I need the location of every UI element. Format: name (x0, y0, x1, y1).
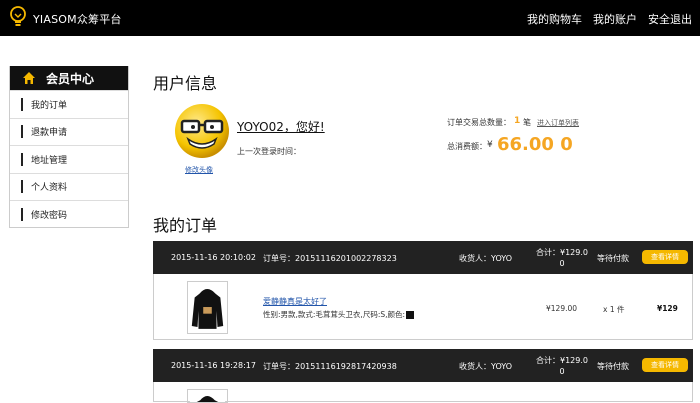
top-nav: 我的购物车 我的账户 安全退出 (527, 11, 692, 27)
order-total: 合计：¥129.0 0 (536, 355, 588, 377)
order-count-unit: 笔 (523, 118, 531, 127)
brand-name[interactable]: YIASOM众筹平台 (33, 11, 122, 27)
order-card: 2015-11-16 19:28:17 订单号：2015111619281742… (153, 349, 693, 403)
order-receiver: 收货人：YOYO (459, 362, 513, 371)
total-spent-value: 66.00 0 (497, 134, 573, 155)
user-info-title: 用户信息 (153, 74, 218, 93)
order-status: 等待付款 (597, 362, 629, 371)
lightbulb-icon[interactable] (8, 6, 28, 28)
product-price: ¥129.00 (546, 304, 578, 313)
order-total-value: 0 (559, 259, 565, 268)
product-thumbnail[interactable] (187, 389, 228, 403)
order-header: 2015-11-16 20:10:02 订单号：2015111620100227… (153, 241, 693, 274)
sidebar-item-my-orders[interactable]: 我的订单 (10, 90, 128, 118)
order-item: 爱静静真是太好了 性别:男款,款式:毛茸茸头卫衣,尺码:S,颜色: ¥129.0… (153, 274, 693, 340)
view-details-button[interactable]: 查看详情 (642, 358, 688, 372)
currency-symbol: ¥ (487, 140, 493, 150)
avatar[interactable] (173, 102, 231, 160)
product-quantity: x 1 件 (603, 305, 625, 314)
item-marker (21, 207, 23, 221)
order-list-link[interactable]: 进入订单列表 (537, 118, 579, 128)
sidebar-item-profile[interactable]: 个人资料 (10, 172, 128, 201)
order-total-label: 合计：¥129.0 (536, 248, 588, 257)
orders-title: 我的订单 (153, 216, 218, 235)
product-name-link[interactable]: 爱静静真是太好了 (263, 296, 327, 307)
order-number: 订单号：20151116192817420938 (263, 362, 397, 371)
order-count-label: 订单交易总数量： (447, 118, 511, 127)
product-thumbnail[interactable] (187, 281, 228, 334)
sidebar-item-refund[interactable]: 退款申请 (10, 117, 128, 146)
product-attributes-text: 性别:男款,款式:毛茸茸头卫衣,尺码:S,颜色: (263, 310, 406, 319)
item-marker (21, 180, 23, 194)
sidebar-item-label: 退款申请 (31, 128, 68, 139)
product-subtotal: ¥129 (657, 304, 678, 313)
top-bar: YIASOM众筹平台 我的购物车 我的账户 安全退出 (0, 0, 700, 36)
order-total-label: 合计：¥129.0 (536, 356, 588, 365)
sidebar: 会员中心 我的订单 退款申请 地址管理 个人资料 修改密码 (9, 66, 129, 228)
sidebar-title: 会员中心 (46, 71, 95, 86)
sidebar-item-password[interactable]: 修改密码 (10, 200, 128, 228)
color-swatch (406, 311, 415, 319)
view-details-button[interactable]: 查看详情 (642, 250, 688, 264)
sidebar-item-address[interactable]: 地址管理 (10, 145, 128, 173)
item-marker (21, 152, 23, 166)
order-total-value: 0 (559, 367, 565, 376)
item-marker (21, 125, 23, 139)
sidebar-header: 会员中心 (10, 66, 128, 90)
product-attributes: 性别:男款,款式:毛茸茸头卫衣,尺码:S,颜色: (263, 309, 415, 320)
sidebar-item-label: 个人资料 (31, 183, 68, 194)
order-item (153, 382, 693, 403)
order-header: 2015-11-16 19:28:17 订单号：2015111619281742… (153, 349, 693, 382)
order-status: 等待付款 (597, 254, 629, 263)
order-date: 2015-11-16 19:28:17 (171, 361, 256, 370)
order-card: 2015-11-16 20:10:02 订单号：2015111620100227… (153, 241, 693, 340)
order-number: 订单号：20151116201002278323 (263, 254, 397, 263)
order-date: 2015-11-16 20:10:02 (171, 253, 256, 262)
greeting: YOYO02，您好! (237, 120, 325, 134)
sidebar-item-label: 地址管理 (31, 155, 68, 166)
cart-link[interactable]: 我的购物车 (527, 11, 582, 27)
order-receiver: 收货人：YOYO (459, 254, 513, 263)
home-icon (23, 72, 35, 84)
change-avatar-link[interactable]: 修改头像 (185, 165, 213, 175)
last-login-label: 上一次登录时间： (237, 147, 301, 156)
order-count: 1 (514, 116, 521, 126)
sidebar-item-label: 修改密码 (31, 210, 68, 221)
logout-link[interactable]: 安全退出 (648, 11, 692, 27)
item-marker (21, 97, 23, 111)
order-total: 合计：¥129.0 0 (536, 247, 588, 269)
total-spent-label: 总消费额： (447, 142, 487, 151)
account-link[interactable]: 我的账户 (593, 11, 637, 27)
sidebar-item-label: 我的订单 (31, 100, 68, 111)
